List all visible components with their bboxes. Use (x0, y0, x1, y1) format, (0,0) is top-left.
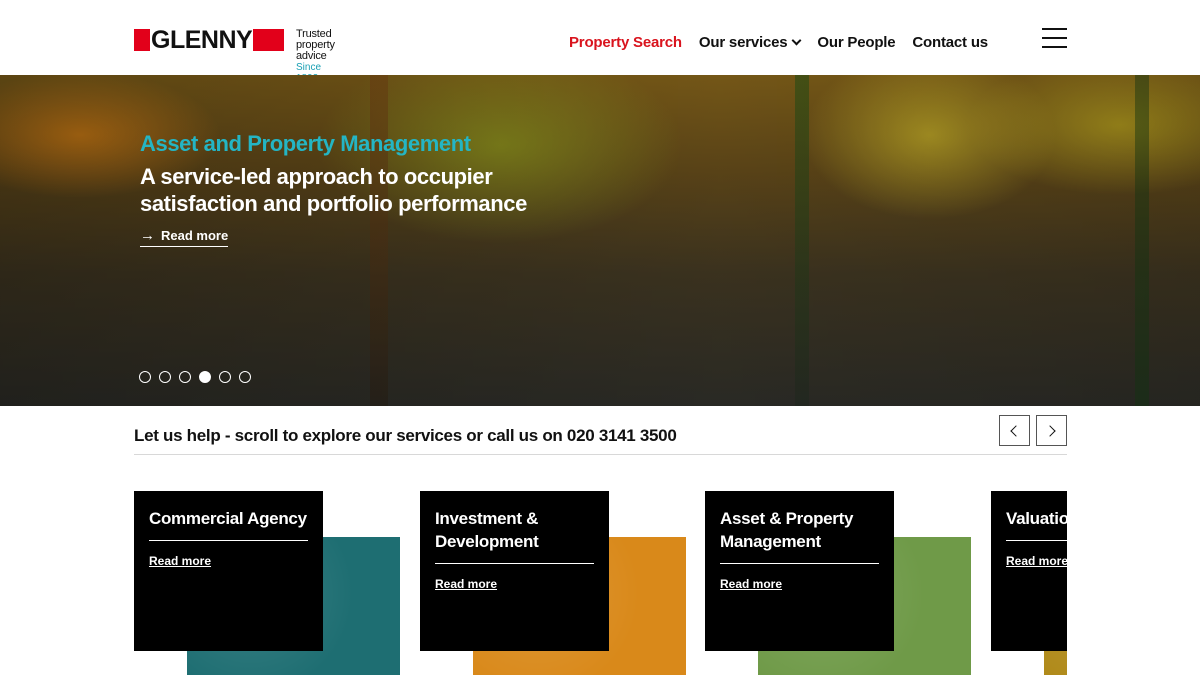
main-nav: Property Search Our services Our People … (569, 34, 1005, 51)
service-card-valuation-services[interactable]: Valuation Services Read more (991, 491, 1067, 675)
tagline-text: Trusted property advice (296, 28, 335, 62)
hamburger-icon[interactable] (1042, 28, 1067, 48)
carousel-dot[interactable] (219, 371, 231, 383)
carousel-dot-active[interactable] (199, 371, 211, 383)
services-intro: Let us help - scroll to explore our serv… (134, 426, 677, 445)
hero-kicker: Asset and Property Management (140, 131, 471, 156)
service-card-asset-property-management[interactable]: Asset & Property Management Read more (705, 491, 971, 675)
nav-contact-us[interactable]: Contact us (912, 34, 988, 51)
carousel-dot[interactable] (179, 371, 191, 383)
logo-mark: GLENNY (134, 26, 284, 54)
service-read-more-link[interactable]: Read more (435, 577, 497, 591)
services-carousel: Commercial Agency Read more Investment &… (134, 491, 1067, 675)
hero-read-more-link[interactable]: → Read more (140, 226, 229, 247)
services-prev-button[interactable] (999, 415, 1030, 446)
glenny-logo[interactable]: GLENNY Trusted property advice Since 189… (134, 26, 335, 84)
service-title: Investment & Development (435, 507, 594, 564)
nav-our-services[interactable]: Our services (699, 34, 802, 51)
chevron-right-icon (1044, 424, 1056, 437)
hero-title: A service-led approach to occupier satis… (140, 164, 527, 216)
service-title: Commercial Agency (149, 507, 308, 541)
service-read-more-link[interactable]: Read more (149, 554, 211, 568)
service-card-commercial-agency[interactable]: Commercial Agency Read more (134, 491, 400, 675)
chevron-down-icon (791, 35, 802, 46)
services-next-button[interactable] (1036, 415, 1067, 446)
carousel-dot[interactable] (139, 371, 151, 383)
nav-our-people[interactable]: Our People (817, 34, 895, 51)
service-read-more-link[interactable]: Read more (720, 577, 782, 591)
service-title: Asset & Property Management (720, 507, 879, 564)
service-read-more-link[interactable]: Read more (1006, 554, 1067, 568)
arrow-right-icon: → (140, 226, 155, 244)
carousel-dot[interactable] (159, 371, 171, 383)
services-header: Let us help - scroll to explore our serv… (134, 415, 1067, 455)
hero-carousel: Asset and Property Management A service-… (0, 75, 1200, 406)
carousel-dot[interactable] (239, 371, 251, 383)
service-card-investment-development[interactable]: Investment & Development Read more (420, 491, 686, 675)
chevron-left-icon (1010, 424, 1022, 437)
nav-property-search[interactable]: Property Search (569, 34, 682, 51)
carousel-dots (139, 371, 251, 383)
logo-text: GLENNY (150, 26, 254, 54)
site-header: GLENNY Trusted property advice Since 189… (0, 0, 1200, 84)
service-title: Valuation Services (1006, 507, 1067, 541)
